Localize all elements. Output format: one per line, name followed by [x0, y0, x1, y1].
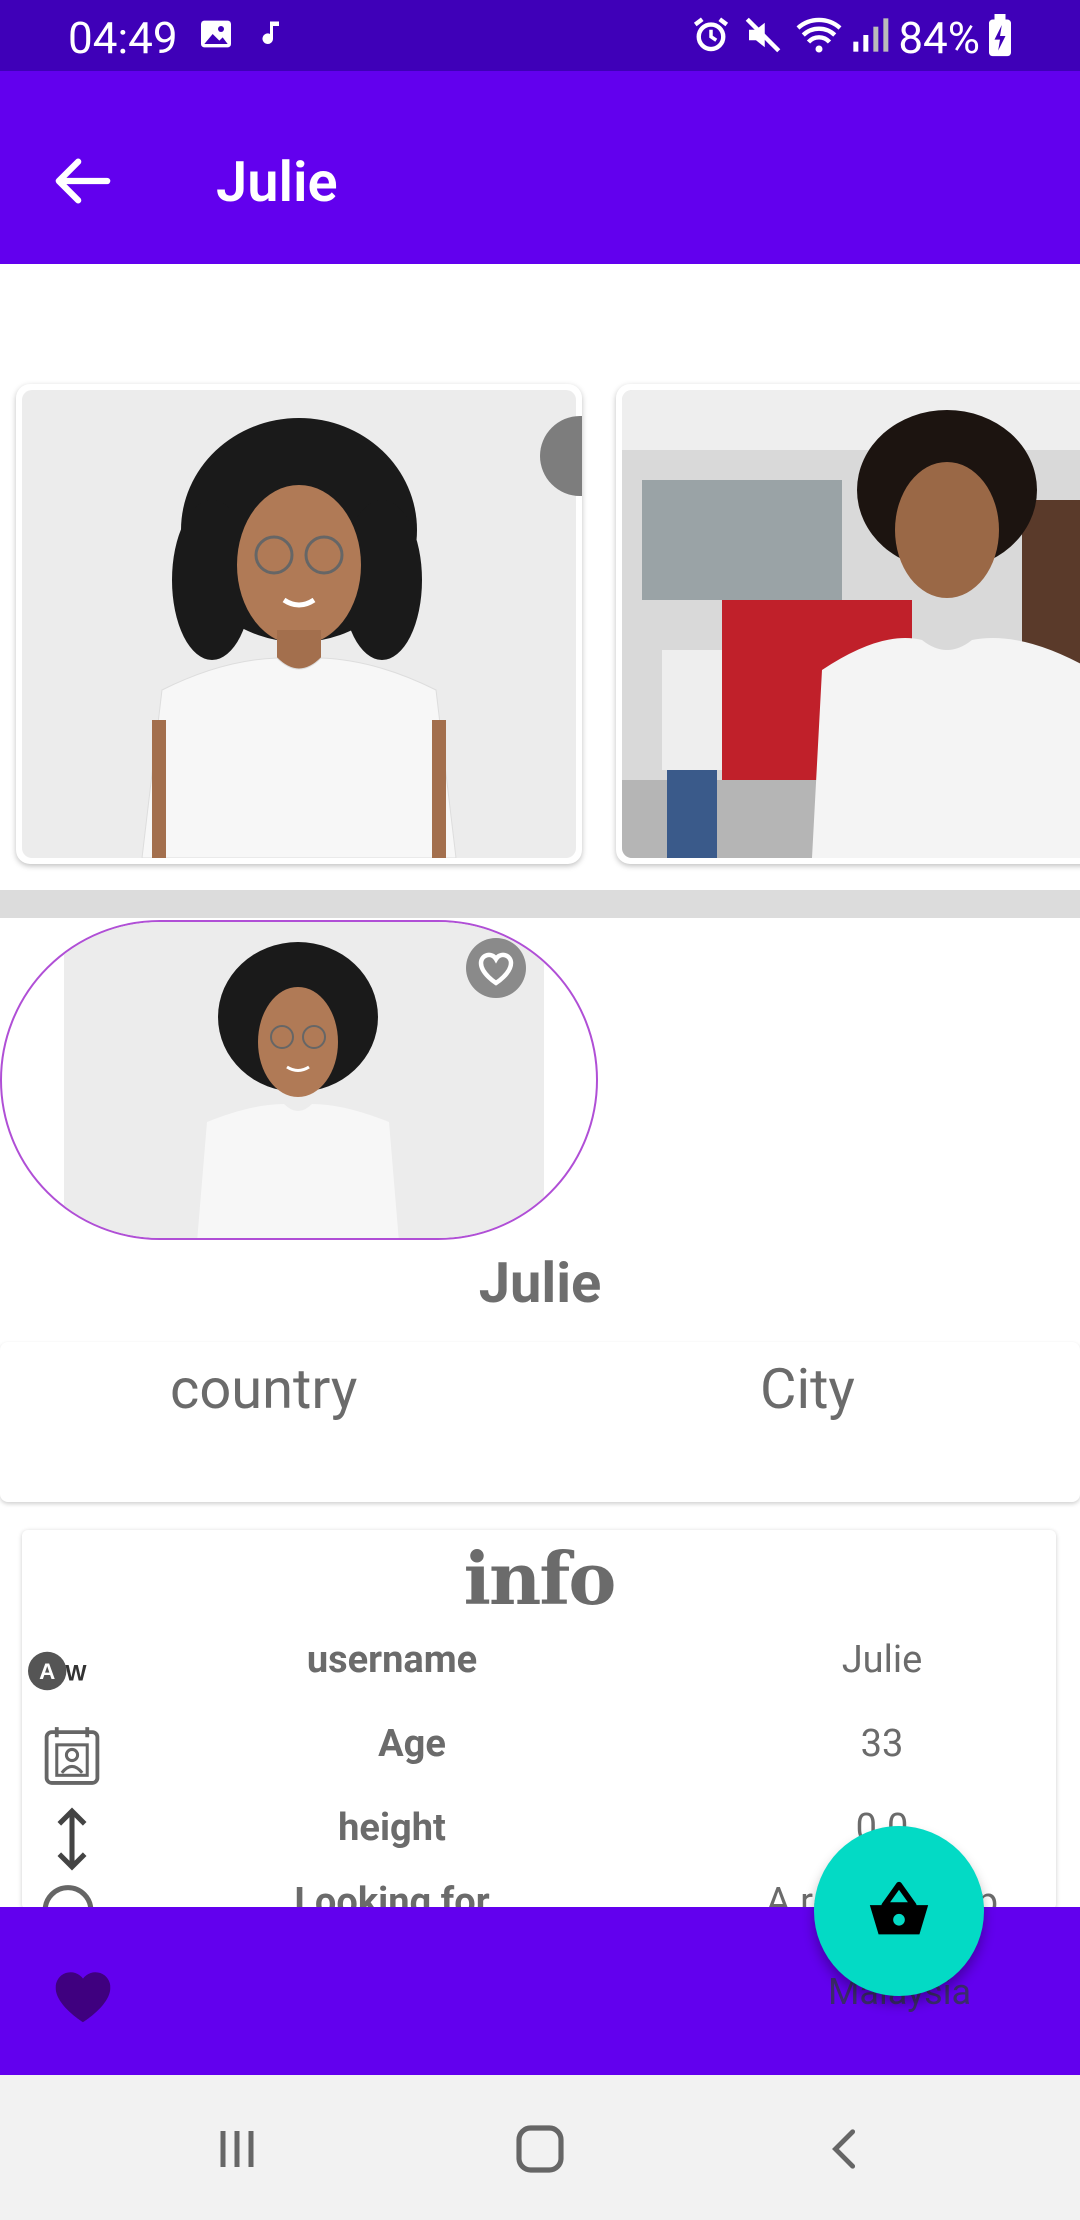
battery-charging-icon [989, 14, 1011, 57]
info-value: 33 [860, 1722, 904, 1766]
favorites-heart-icon[interactable] [50, 1965, 116, 2025]
search-icon [42, 1885, 94, 1910]
app-bar: Julie [0, 71, 1080, 264]
photo-card-1[interactable] [16, 384, 582, 864]
country-label: country [170, 1356, 358, 1422]
location-card: country City [0, 1342, 1080, 1502]
city-label: City [760, 1356, 855, 1422]
home-icon[interactable] [512, 2121, 568, 2177]
basket-icon [869, 1881, 929, 1935]
info-label: Age [378, 1722, 446, 1766]
heart-outline-icon [478, 952, 514, 986]
info-label: username [306, 1638, 478, 1682]
back-nav-icon[interactable] [822, 2123, 868, 2175]
info-label: Looking for [294, 1880, 490, 1910]
info-value: Julie [841, 1638, 923, 1682]
profile-photo-1 [22, 390, 576, 858]
music-note-icon [262, 21, 279, 44]
profile-name: Julie [478, 1250, 602, 1316]
status-bar: 04:49 84% [0, 0, 1080, 71]
vertical-arrows-icon [57, 1807, 87, 1871]
wifi-icon [796, 17, 842, 53]
section-divider [0, 890, 1080, 918]
gallery-icon [201, 20, 231, 48]
photo-card-2[interactable] [616, 384, 1080, 864]
status-time: 04:49 [68, 12, 178, 64]
recent-apps-icon[interactable] [212, 2125, 262, 2173]
calendar-person-icon [44, 1727, 100, 1785]
info-row-age: Age 33 [22, 1722, 1056, 1792]
info-row-username: A W username Julie [22, 1638, 1056, 1708]
favorite-button[interactable] [466, 938, 526, 998]
back-arrow-icon[interactable] [54, 156, 112, 206]
profile-avatar[interactable] [0, 920, 598, 1240]
info-heading: info [463, 1536, 617, 1621]
svg-text:W: W [65, 1661, 87, 1686]
page-title: Julie [216, 149, 338, 215]
system-nav-bar [0, 2075, 1080, 2220]
signal-icon [853, 18, 889, 52]
cart-fab-button[interactable] [814, 1826, 984, 1996]
mute-icon [745, 17, 781, 53]
account-badge-icon: A W [28, 1651, 87, 1691]
svg-text:A: A [39, 1659, 55, 1684]
battery-percent: 84% [898, 12, 980, 64]
profile-photo-2 [622, 390, 1080, 858]
alarm-icon [693, 17, 729, 52]
info-label: height [338, 1806, 446, 1850]
